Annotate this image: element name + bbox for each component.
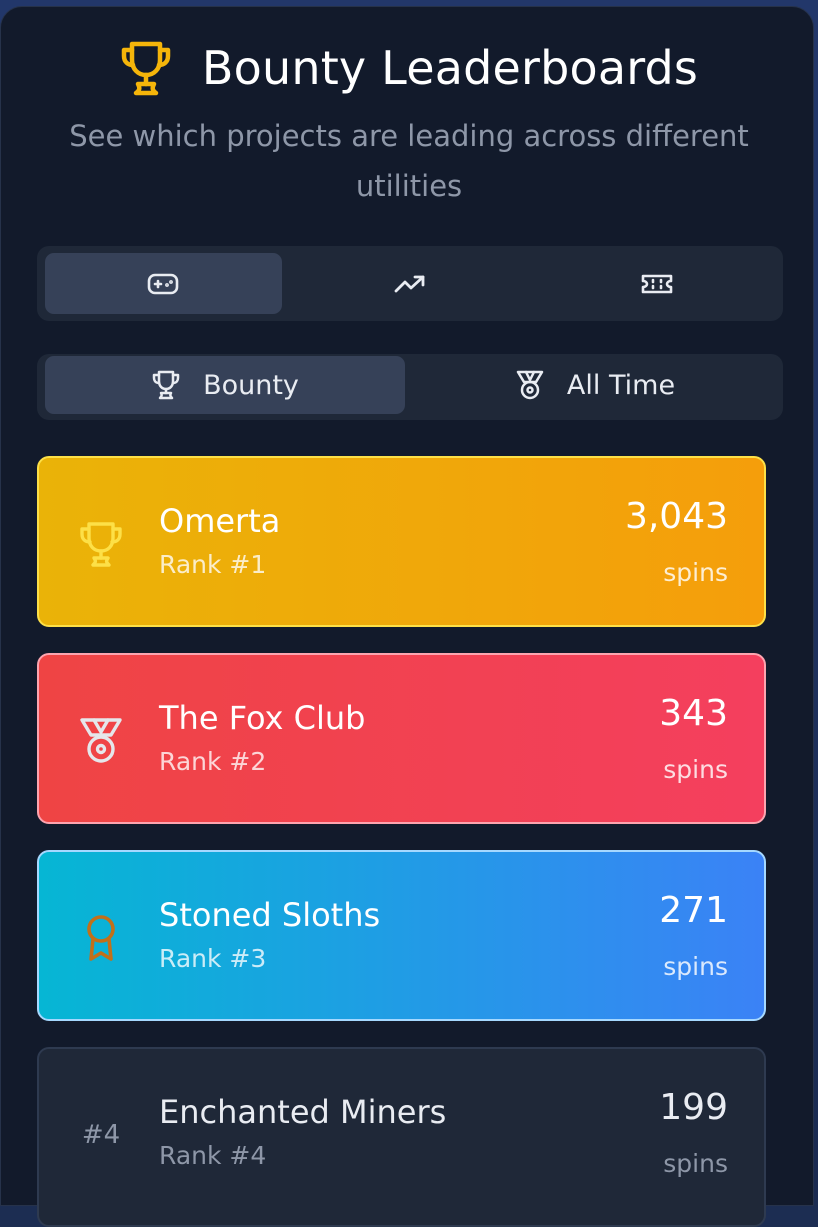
gamepad-icon (148, 273, 179, 294)
project-name: Omerta (159, 502, 281, 540)
ticket-icon (641, 274, 672, 293)
tab-trending[interactable] (292, 253, 529, 314)
medal-icon (516, 370, 544, 400)
medal-icon (75, 715, 127, 767)
spin-unit: spins (663, 558, 728, 587)
page-subtitle: See which projects are leading across di… (69, 119, 749, 203)
spin-unit: spins (663, 1149, 728, 1178)
leaderboard-row[interactable]: #4 Enchanted Miners Rank #4 199 spins (37, 1047, 766, 1227)
trophy-icon (121, 41, 171, 96)
header: Bounty Leaderboards (1, 33, 815, 103)
rank-badge: #4 (81, 1120, 121, 1150)
utility-tab-bar (37, 246, 783, 321)
tab-all-time-label: All Time (566, 369, 676, 401)
period-tab-bar: Bounty All Time (37, 354, 783, 420)
tab-bounty-label: Bounty (203, 369, 299, 401)
project-rank: Rank #3 (159, 944, 267, 973)
spin-unit: spins (663, 952, 728, 981)
project-name: Enchanted Miners (159, 1093, 447, 1131)
spin-count: 199 (659, 1087, 728, 1128)
project-name: Stoned Sloths (159, 896, 381, 934)
spin-count: 271 (659, 890, 728, 931)
spin-unit: spins (663, 755, 728, 784)
project-rank: Rank #2 (159, 747, 267, 776)
tab-tickets[interactable] (538, 253, 775, 314)
project-rank: Rank #1 (159, 550, 267, 579)
leaderboard-panel: Bounty Leaderboards See which projects a… (0, 6, 815, 1227)
trophy-icon (152, 370, 180, 400)
spin-count: 3,043 (624, 496, 728, 537)
spin-count: 343 (659, 693, 728, 734)
leaderboard-row[interactable]: The Fox Club Rank #2 343 spins (37, 653, 766, 824)
page-title: Bounty Leaderboards (201, 41, 699, 95)
tab-all-time[interactable]: All Time (415, 356, 775, 414)
tab-games[interactable] (45, 253, 282, 314)
tab-bounty[interactable]: Bounty (45, 356, 405, 414)
award-icon (75, 912, 127, 964)
project-name: The Fox Club (159, 699, 366, 737)
leaderboard-row[interactable]: Stoned Sloths Rank #3 271 spins (37, 850, 766, 1021)
leaderboard-row[interactable]: Omerta Rank #1 3,043 spins (37, 456, 766, 627)
trophy-icon (75, 518, 127, 570)
trending-up-icon (394, 275, 425, 292)
project-rank: Rank #4 (159, 1141, 267, 1170)
